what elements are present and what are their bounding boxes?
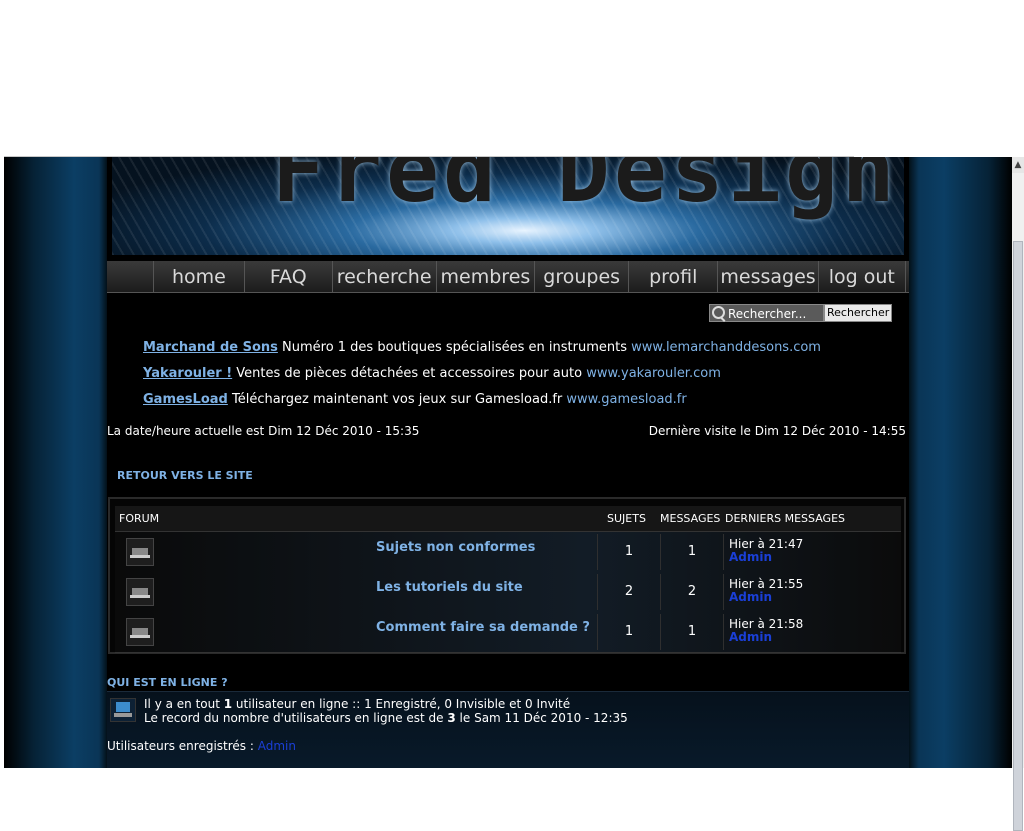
- search-button[interactable]: Rechercher: [824, 304, 893, 322]
- record-text: Le record du nombre d'utilisateurs en li…: [144, 711, 448, 725]
- forum-folder-icon: [126, 538, 154, 566]
- online-text: utilisateur en ligne :: 1 Enregistré, 0 …: [232, 697, 571, 711]
- col-last-posts: DERNIERS MESSAGES: [725, 512, 846, 525]
- nav-profile[interactable]: profil: [629, 261, 719, 293]
- col-topics: SUJETS: [607, 512, 646, 525]
- nav-home[interactable]: home: [153, 261, 245, 293]
- scroll-up-arrow-icon[interactable]: ▲: [1012, 157, 1024, 173]
- search-icon: [712, 306, 725, 319]
- ad-url-link[interactable]: www.gamesload.fr: [566, 392, 686, 407]
- registered-users: Utilisateurs enregistrés : Admin: [107, 739, 296, 753]
- ad-line: Marchand de Sons Numéro 1 des boutiques …: [143, 339, 821, 365]
- main-nav: home FAQ recherche membres groupes profi…: [107, 261, 909, 293]
- back-to-site-link[interactable]: RETOUR VERS LE SITE: [117, 469, 253, 482]
- topics-count: 1: [597, 534, 661, 570]
- forum-title-link[interactable]: Comment faire sa demande ?: [376, 620, 590, 635]
- nav-messages[interactable]: messages: [718, 261, 819, 293]
- ad-text: Numéro 1 des boutiques spécialisées en i…: [277, 340, 632, 355]
- col-forum: FORUM: [119, 512, 160, 525]
- scrollbar-thumb[interactable]: [1013, 241, 1023, 831]
- forum-page: Fred Design home FAQ recherche membres g…: [107, 157, 909, 768]
- forum-title-link[interactable]: Sujets non conformes: [376, 540, 535, 555]
- who-is-online-box: Il y a en tout 1 utilisateur en ligne ::…: [107, 691, 909, 768]
- who-is-online-title[interactable]: QUI EST EN LIGNE ?: [107, 676, 228, 689]
- search-form: Rechercher... Rechercher: [709, 304, 893, 322]
- nav-search[interactable]: recherche: [333, 261, 437, 293]
- forum-title-link[interactable]: Les tutoriels du site: [376, 580, 523, 595]
- ad-url-link[interactable]: www.yakarouler.com: [586, 366, 721, 381]
- ad-name-link[interactable]: Yakarouler !: [143, 366, 232, 381]
- online-users-icon: [110, 698, 136, 722]
- forum-table-header: FORUM SUJETS MESSAGES DERNIERS MESSAGES: [115, 506, 901, 532]
- last-post-user-link[interactable]: Admin: [729, 631, 803, 644]
- online-stats: Il y a en tout 1 utilisateur en ligne ::…: [144, 697, 628, 725]
- site-logo: Fred Design: [272, 157, 899, 222]
- ad-line: GamesLoad Téléchargez maintenant vos jeu…: [143, 391, 821, 417]
- registered-user-link[interactable]: Admin: [258, 739, 296, 753]
- online-text: Il y a en tout: [144, 697, 224, 711]
- nav-logout[interactable]: log out: [819, 261, 906, 293]
- ad-url-link[interactable]: www.lemarchanddesons.com: [631, 340, 821, 355]
- record-count: 3: [447, 711, 456, 725]
- search-input[interactable]: Rechercher...: [709, 304, 824, 322]
- forum-row: Comment faire sa demande ? 1 1 Hier à 21…: [115, 612, 901, 653]
- ad-name-link[interactable]: Marchand de Sons: [143, 340, 278, 355]
- registered-label: Utilisateurs enregistrés :: [107, 739, 258, 753]
- topics-count: 1: [597, 614, 661, 650]
- last-visit: Dernière visite le Dim 12 Déc 2010 - 14:…: [648, 424, 906, 438]
- ad-text: Ventes de pièces détachées et accessoire…: [232, 366, 587, 381]
- forum-folder-icon: [126, 578, 154, 606]
- search-placeholder: Rechercher...: [728, 307, 807, 321]
- forum-row: Les tutoriels du site 2 2 Hier à 21:55 A…: [115, 572, 901, 613]
- online-count-line: Il y a en tout 1 utilisateur en ligne ::…: [144, 697, 628, 711]
- last-post: Hier à 21:47 Admin: [729, 538, 803, 564]
- online-count: 1: [223, 697, 233, 711]
- sponsored-links: Marchand de Sons Numéro 1 des boutiques …: [143, 339, 821, 417]
- last-post: Hier à 21:55 Admin: [729, 578, 803, 604]
- site-banner: Fred Design: [112, 157, 904, 255]
- vertical-scrollbar[interactable]: ▲: [1012, 157, 1024, 831]
- col-messages: MESSAGES: [660, 512, 721, 525]
- ad-line: Yakarouler ! Ventes de pièces détachées …: [143, 365, 821, 391]
- record-text: le Sam 11 Déc 2010 - 12:35: [455, 711, 628, 725]
- last-post-user-link[interactable]: Admin: [729, 591, 803, 604]
- last-post: Hier à 21:58 Admin: [729, 618, 803, 644]
- messages-count: 2: [660, 574, 724, 610]
- browser-viewport: Fred Design home FAQ recherche membres g…: [4, 157, 1012, 768]
- last-post-user-link[interactable]: Admin: [729, 551, 803, 564]
- current-datetime: La date/heure actuelle est Dim 12 Déc 20…: [107, 424, 420, 438]
- forum-folder-icon: [126, 618, 154, 646]
- nav-members[interactable]: membres: [437, 261, 536, 293]
- forum-row: Sujets non conformes 1 1 Hier à 21:47 Ad…: [115, 532, 901, 573]
- messages-count: 1: [660, 614, 724, 650]
- nav-groups[interactable]: groupes: [535, 261, 630, 293]
- ad-text: Téléchargez maintenant vos jeux sur Game…: [227, 392, 567, 407]
- topics-count: 2: [597, 574, 661, 610]
- ad-name-link[interactable]: GamesLoad: [143, 392, 228, 407]
- forum-table: FORUM SUJETS MESSAGES DERNIERS MESSAGES …: [108, 497, 906, 654]
- messages-count: 1: [660, 534, 724, 570]
- nav-faq[interactable]: FAQ: [245, 261, 333, 293]
- record-line: Le record du nombre d'utilisateurs en li…: [144, 711, 628, 725]
